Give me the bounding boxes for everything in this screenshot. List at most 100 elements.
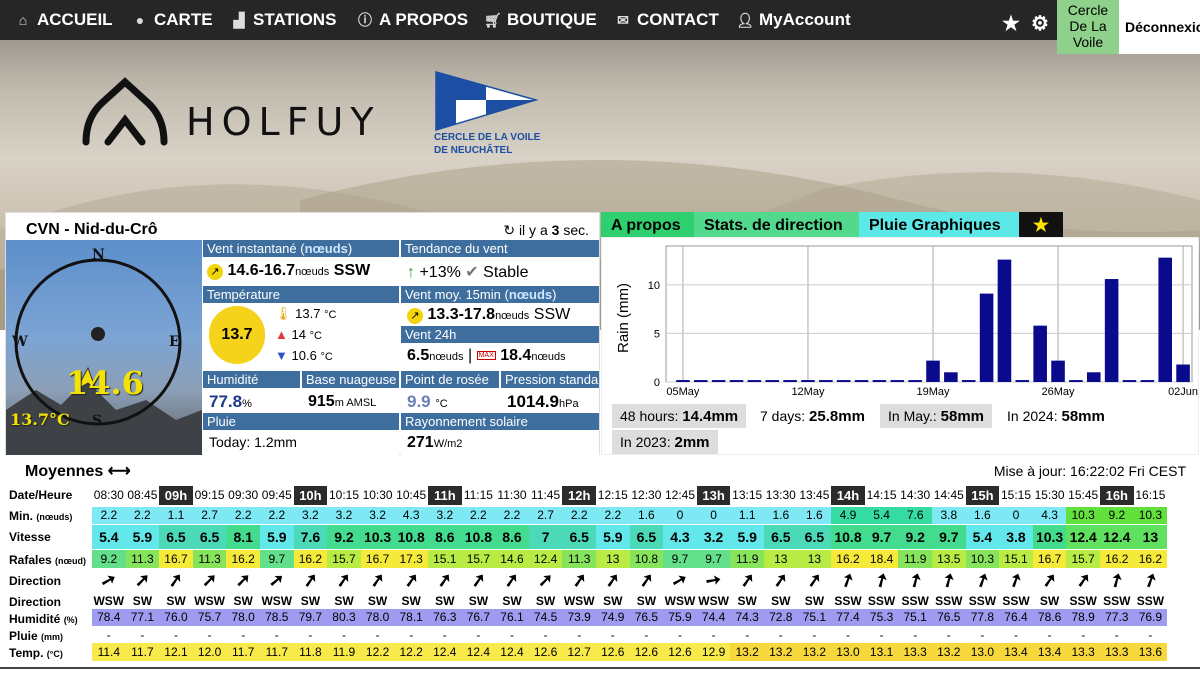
wind-now-value: ↗ 14.6-16.7nœuds SSW [207, 262, 370, 280]
table-cell-pluie: - [428, 627, 462, 643]
holfuy-wordmark: HOLFUY [186, 100, 381, 144]
rain-bar[interactable] [729, 380, 744, 382]
favorite-star-icon[interactable]: ★ [1002, 4, 1020, 44]
nav-contact[interactable]: ✉ CONTACT [614, 0, 719, 40]
table-time-header[interactable]: 13h [696, 486, 731, 505]
table-cell-vitesse: 5.9 [596, 525, 630, 549]
table-time-header[interactable]: 16:15 [1134, 486, 1168, 505]
table-time-header[interactable]: 10h [293, 486, 328, 505]
rain-bar[interactable] [854, 380, 869, 382]
rain-bar[interactable] [961, 380, 976, 382]
table-time-header[interactable]: 09:45 [260, 486, 294, 505]
tab-stats-direction[interactable]: Stats. de direction [694, 212, 859, 237]
nav-a-propos[interactable]: ⓘ A PROPOS [356, 0, 468, 40]
table-time-header[interactable]: 08:45 [126, 486, 160, 505]
tab-pluie-graphiques[interactable]: Pluie Graphiques [859, 212, 1019, 237]
table-time-header[interactable]: 09:30 [226, 486, 260, 505]
nav-stations[interactable]: ▟ STATIONS [230, 0, 337, 40]
table-cell-rafales: 11.9 [730, 550, 764, 568]
club-button[interactable]: Cercle De La Voile [1057, 0, 1119, 54]
table-time-header[interactable]: 12:15 [596, 486, 630, 505]
table-cell-dirs: SSW [1133, 593, 1168, 609]
nav-accueil[interactable]: ⌂ ACCUEIL [14, 0, 113, 40]
rain-bar[interactable] [908, 380, 922, 382]
logout-button[interactable]: Déconnexio [1119, 0, 1200, 54]
averages-title[interactable]: Moyennes ⟷ [25, 461, 131, 481]
table-time-header[interactable]: 14h [831, 486, 865, 505]
rain-bar[interactable] [1069, 380, 1083, 382]
table-time-header[interactable]: 13:45 [798, 486, 832, 505]
rain-bar[interactable] [819, 380, 833, 382]
wind-direction-arrow-icon: ➚ [570, 568, 589, 592]
rain-bar[interactable] [765, 380, 780, 382]
solar-panel: Rayonnement solaire 271W/m2 [401, 413, 599, 455]
table-cell-pluie: - [260, 627, 294, 643]
table-cell-min: 3.8 [932, 507, 966, 524]
table-time-header[interactable]: 09h [159, 486, 193, 505]
table-time-header[interactable]: 12h [562, 486, 596, 505]
nav-boutique[interactable]: 🛒︎ BOUTIQUE [484, 0, 597, 40]
table-time-header[interactable]: 08:30 [92, 486, 126, 505]
table-time-header[interactable]: 11:15 [462, 486, 496, 505]
table-time-header[interactable]: 15:30 [1033, 486, 1067, 505]
table-time-header[interactable]: 11h [428, 486, 462, 505]
rain-bar[interactable] [1122, 380, 1137, 382]
table-time-header[interactable]: 11:30 [495, 486, 529, 505]
table-time-header[interactable]: 14:45 [932, 486, 966, 505]
rain-bar[interactable] [1015, 380, 1030, 382]
rain-bar[interactable] [836, 380, 851, 382]
rain-bar[interactable] [1086, 372, 1101, 382]
rain-bar[interactable] [801, 380, 815, 382]
rain-bar[interactable] [1176, 364, 1190, 382]
holfuy-logo[interactable]: HOLFUY [78, 72, 408, 162]
table-time-header[interactable]: 13:15 [730, 486, 764, 505]
rain-bar[interactable] [783, 380, 797, 382]
table-time-header[interactable]: 13:30 [764, 486, 798, 505]
tab-favorite[interactable]: ★ [1019, 212, 1063, 237]
wind-dir-icon: ↗ [207, 264, 223, 280]
rain-bar[interactable] [997, 259, 1012, 382]
table-cell-pluie: - [192, 627, 227, 643]
table-time-header[interactable]: 15h [965, 486, 1000, 505]
nav-myaccount[interactable]: 👤︎ MyAccount [736, 0, 851, 40]
table-cell-min: 2.2 [596, 507, 630, 524]
last-update[interactable]: ↻ il y a 3 sec. [503, 222, 589, 239]
table-time-header[interactable]: 14:15 [865, 486, 899, 505]
rain-bar[interactable] [747, 380, 762, 382]
rain-bar[interactable] [890, 380, 905, 382]
rain-bar[interactable] [1158, 257, 1172, 382]
table-cell-vitesse: 6.5 [797, 525, 832, 549]
table-time-header[interactable]: 10:45 [394, 486, 428, 505]
rain-bar[interactable] [944, 372, 958, 382]
table-time-header[interactable]: 12:30 [630, 486, 664, 505]
settings-gear-icon[interactable]: ⚙ [1031, 4, 1049, 44]
rain-bar[interactable] [1051, 360, 1065, 382]
rain-bar[interactable] [872, 380, 887, 382]
table-time-header[interactable]: 16h [1100, 486, 1134, 505]
table-time-header[interactable]: 09:15 [193, 486, 227, 505]
table-time-header[interactable]: 11:45 [529, 486, 563, 505]
table-time-header[interactable]: 12:45 [663, 486, 697, 505]
tab-a-propos[interactable]: A propos [601, 212, 694, 237]
rain-bar[interactable] [1033, 325, 1047, 382]
compass-e: E [169, 334, 180, 350]
club-logo[interactable]: CERCLE DE LA VOILE DE NEUCHÂTEL [434, 70, 544, 180]
home-icon: ⌂ [18, 12, 28, 28]
rain-bar[interactable] [979, 293, 994, 382]
wind-direction-arrow-icon: ➚ [637, 568, 656, 592]
table-time-header[interactable]: 10:30 [361, 486, 395, 505]
table-time-header[interactable]: 15:45 [1066, 486, 1100, 505]
table-cell-hum: 78.0 [360, 609, 395, 626]
rain-bar[interactable] [1140, 380, 1155, 382]
rain-bar[interactable] [711, 380, 726, 382]
table-time-header[interactable]: 15:15 [999, 486, 1033, 505]
table-time-header[interactable]: 14:30 [898, 486, 932, 505]
rain-bar[interactable] [694, 380, 708, 382]
table-time-header[interactable]: 10:15 [327, 486, 361, 505]
table-cell-rafales: 16.7 [1032, 550, 1067, 568]
rain-bar[interactable] [676, 380, 690, 382]
rain-bar[interactable] [1104, 279, 1119, 382]
ago-suffix: sec. [563, 222, 589, 238]
rain-bar[interactable] [926, 360, 940, 382]
nav-carte[interactable]: ● CARTE [131, 0, 213, 40]
